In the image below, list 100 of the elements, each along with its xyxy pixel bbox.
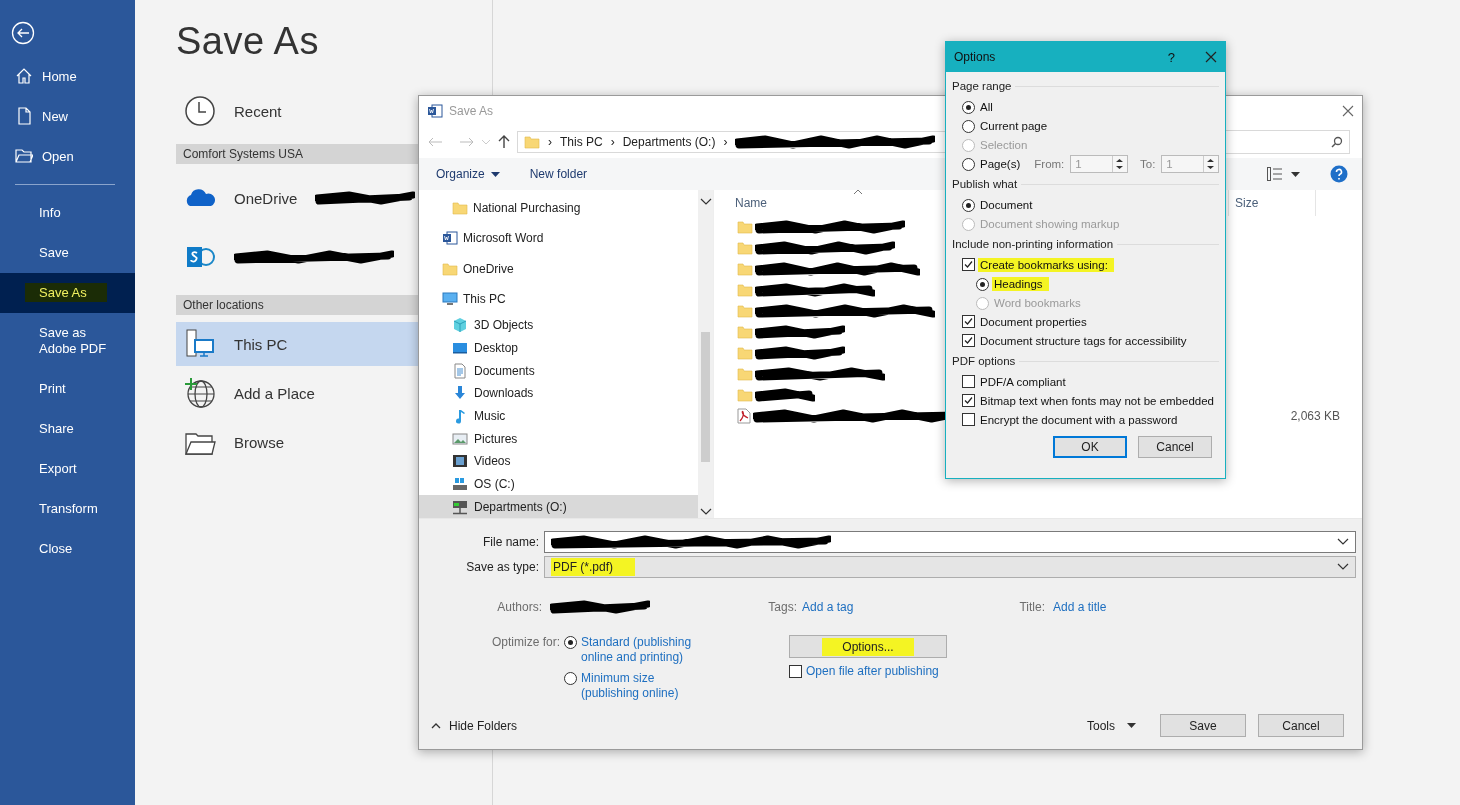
radio-button[interactable]: [976, 277, 989, 291]
tree-item[interactable]: Desktop: [419, 336, 698, 360]
close-icon[interactable]: [1342, 105, 1354, 117]
sidebar-item[interactable]: New: [0, 96, 135, 136]
option-label: PDF/A compliant: [979, 374, 1067, 389]
tree-item[interactable]: OneDrive: [419, 253, 698, 284]
file-type-dropdown[interactable]: PDF (*.pdf): [544, 556, 1356, 578]
dialog-button[interactable]: Cancel: [1138, 436, 1212, 458]
option-label: Word bookmarks: [993, 295, 1082, 310]
tree-item[interactable]: Videos: [419, 449, 698, 473]
dialog-button[interactable]: Save: [1160, 714, 1246, 737]
breadcrumb-separator: ›: [723, 135, 728, 149]
radio-button[interactable]: [564, 636, 577, 649]
chevron-up-icon: [699, 198, 712, 206]
view-list-icon[interactable]: [1267, 167, 1283, 181]
breadcrumb[interactable]: This PC: [560, 135, 603, 149]
option-label: Headings: [992, 276, 1049, 291]
radio-button[interactable]: [564, 672, 577, 685]
radio-button[interactable]: [962, 198, 975, 212]
drive-icon: [452, 475, 468, 492]
location-item[interactable]: This PC: [176, 322, 418, 366]
checkbox[interactable]: [962, 375, 975, 388]
option-label: Open file after publishing: [806, 664, 939, 678]
sidebar-item[interactable]: Save as Adobe PDF: [0, 313, 135, 369]
location-item[interactable]: Recent: [176, 89, 418, 133]
field-label: Title:: [1018, 600, 1045, 614]
window-title: Save As: [449, 104, 494, 118]
sidebar-item[interactable]: Export: [0, 449, 135, 489]
option-label: Page(s): [979, 156, 1022, 171]
help-button[interactable]: ?: [1167, 49, 1175, 65]
file-name-field[interactable]: [544, 531, 1356, 553]
sidebar-item[interactable]: Print: [0, 369, 135, 409]
sidebar-item[interactable]: Info: [0, 193, 135, 233]
help-icon[interactable]: [1330, 165, 1348, 183]
checkbox[interactable]: [962, 334, 975, 347]
section-header: Page range: [952, 80, 1012, 92]
tree-item[interactable]: Downloads: [419, 381, 698, 405]
up-arrow-icon[interactable]: [497, 135, 511, 149]
tree-item[interactable]: Pictures: [419, 427, 698, 450]
film-icon: [452, 453, 468, 470]
tree-item[interactable]: National Purchasing: [419, 193, 698, 224]
sidebar-item[interactable]: Transform: [0, 489, 135, 529]
tree-item[interactable]: Microsoft Word: [419, 223, 698, 254]
dialog-button[interactable]: Cancel: [1258, 714, 1344, 737]
field-label: To:: [1140, 157, 1156, 170]
sidebar-item[interactable]: Home: [0, 56, 135, 96]
location-item[interactable]: Browse: [176, 420, 418, 464]
window-title: Options: [954, 50, 997, 64]
hide-folders-button[interactable]: Hide Folders: [431, 718, 518, 733]
folder-icon: [737, 302, 753, 319]
folder-icon: [737, 323, 753, 340]
tree-item[interactable]: 3D Objects: [419, 313, 698, 337]
scrollbar[interactable]: [698, 190, 713, 518]
chevron-up-icon: [431, 722, 441, 729]
option-label: Current page: [979, 118, 1049, 133]
radio-button[interactable]: [962, 100, 975, 114]
option-label: Standard (publishing online and printing): [581, 635, 693, 665]
option-label: Document: [979, 197, 1034, 212]
folder-icon: [737, 344, 753, 361]
tree-item[interactable]: Music: [419, 404, 698, 428]
dialog-button[interactable]: OK: [1053, 436, 1127, 458]
tree-item[interactable]: This PC: [419, 283, 698, 314]
sidebar-item[interactable]: Share: [0, 409, 135, 449]
tree-item[interactable]: Departments (O:): [419, 495, 698, 518]
title-link[interactable]: Add a title: [1053, 600, 1107, 614]
organize-menu[interactable]: Organize: [436, 167, 500, 181]
sidebar-item[interactable]: Open: [0, 136, 135, 176]
options-button[interactable]: Options...: [789, 635, 947, 658]
chevron-down-icon: [1337, 563, 1349, 571]
folder-icon: [737, 239, 753, 256]
caret-icon[interactable]: [1291, 171, 1300, 177]
location-item[interactable]: OneDrive: [176, 171, 418, 225]
radio-button[interactable]: [962, 119, 975, 133]
file-size: 2,063 KB: [1289, 408, 1340, 423]
folder-icon: [442, 260, 458, 277]
new-folder-button[interactable]: New folder: [529, 167, 588, 181]
document-icon: [442, 230, 458, 247]
radio-button[interactable]: [962, 157, 975, 171]
section-header: Comfort Systems USA: [176, 144, 418, 164]
field-label: Authors:: [496, 600, 542, 614]
checkbox[interactable]: [789, 664, 802, 678]
sidebar-item[interactable]: Save: [0, 233, 135, 273]
location-item[interactable]: Add a Place: [176, 371, 418, 415]
tree-item[interactable]: OS (C:): [419, 472, 698, 496]
breadcrumb[interactable]: Departments (O:): [622, 135, 716, 149]
drive-icon: [452, 498, 468, 515]
close-icon[interactable]: [1205, 51, 1217, 63]
sidebar-item[interactable]: Save As: [0, 273, 135, 313]
checkbox[interactable]: [962, 413, 975, 426]
tools-menu[interactable]: Tools: [1087, 718, 1136, 733]
tree-item[interactable]: Documents: [419, 359, 698, 382]
column-header[interactable]: Size: [1229, 190, 1316, 216]
tags-link[interactable]: Add a tag: [802, 600, 854, 614]
back-icon[interactable]: [11, 21, 35, 45]
scrollbar-thumb[interactable]: [701, 332, 710, 462]
checkbox[interactable]: [962, 258, 975, 271]
checkbox[interactable]: [962, 394, 975, 407]
checkbox[interactable]: [962, 315, 975, 328]
option-label: Document structure tags for accessibility: [979, 333, 1188, 348]
sidebar-item[interactable]: Close: [0, 529, 135, 569]
